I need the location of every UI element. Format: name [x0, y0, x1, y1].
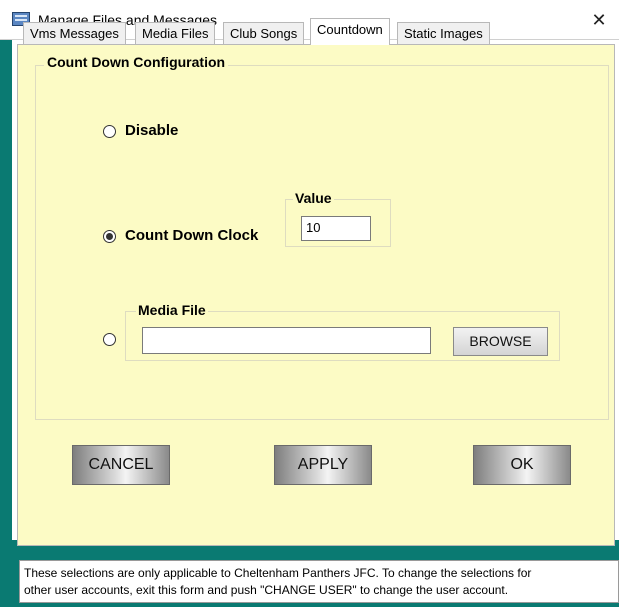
countdown-clock-label[interactable]: Count Down Clock: [125, 227, 258, 244]
tab-countdown[interactable]: Countdown: [310, 18, 390, 45]
tab-media-files[interactable]: Media Files: [135, 22, 216, 44]
tab-club-songs[interactable]: Club Songs: [223, 22, 305, 44]
tab-static-images[interactable]: Static Images: [397, 22, 490, 44]
tab-vms-messages[interactable]: Vms Messages: [23, 22, 126, 44]
browse-button[interactable]: BROWSE: [453, 327, 548, 356]
manage-files-window: Manage Files and Messages ✕ Vms Messages…: [0, 0, 619, 607]
disable-label[interactable]: Disable: [125, 122, 178, 139]
info-line-2: other user accounts, exit this form and …: [24, 583, 509, 597]
group-title: Count Down Configuration: [44, 54, 229, 70]
countdown-config-group: Count Down Configuration Disable Value 1…: [35, 54, 609, 420]
disable-radio[interactable]: [103, 125, 116, 138]
info-message: These selections are only applicable to …: [19, 560, 619, 603]
info-line-1: These selections are only applicable to …: [24, 566, 532, 580]
cancel-button[interactable]: CANCEL: [72, 445, 170, 485]
apply-button[interactable]: APPLY: [274, 445, 372, 485]
media-file-radio[interactable]: [103, 333, 116, 346]
value-group: Value 10: [285, 190, 391, 247]
media-file-group: Media File BROWSE: [125, 302, 560, 361]
ok-button[interactable]: OK: [473, 445, 571, 485]
media-file-label: Media File: [136, 302, 208, 318]
close-button[interactable]: ✕: [579, 0, 619, 40]
media-file-input[interactable]: [142, 327, 431, 354]
value-input[interactable]: 10: [301, 216, 371, 241]
countdown-clock-radio[interactable]: [103, 230, 116, 243]
value-label: Value: [293, 190, 334, 206]
